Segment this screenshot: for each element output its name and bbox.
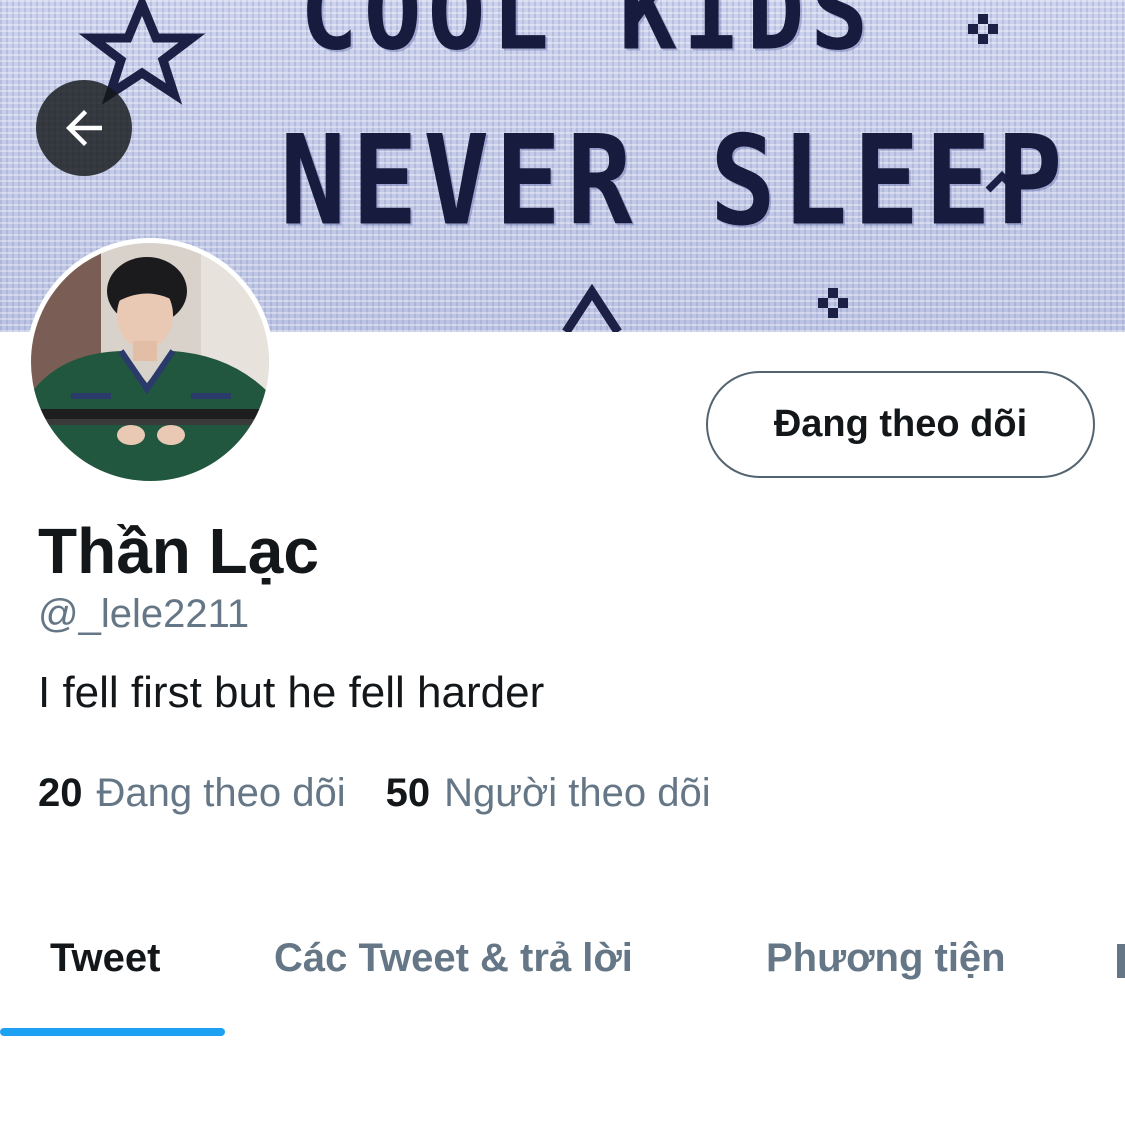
- following-button[interactable]: Đang theo dõi: [706, 371, 1095, 478]
- banner-triangle-icon: [562, 283, 622, 332]
- tab-tweets-and-replies[interactable]: Các Tweet & trả lời: [274, 936, 633, 981]
- follow-stats: 20 Đang theo dõi 50 Người theo dõi: [38, 771, 711, 816]
- banner-text-line2: NEVER SLEEP: [280, 108, 1069, 253]
- arrow-left-icon: [66, 110, 102, 146]
- banner-star-icon: [78, 0, 206, 105]
- avatar[interactable]: [26, 238, 274, 486]
- following-button-label: Đang theo dõi: [773, 403, 1028, 445]
- banner-sparkle-icon: [818, 288, 848, 318]
- bio: I fell first but he fell harder: [38, 668, 545, 717]
- followers-label: Người theo dõi: [444, 771, 711, 815]
- profile-tabs: Tweet Các Tweet & trả lời Phương tiện: [0, 900, 1125, 1040]
- user-handle: @_lele2211: [38, 592, 250, 636]
- followers-count: 50: [385, 771, 431, 815]
- banner-sparkle-icon: [968, 14, 998, 44]
- tab-tweets[interactable]: Tweet: [50, 936, 160, 981]
- following-stat-link[interactable]: 20 Đang theo dõi: [38, 771, 346, 816]
- following-label: Đang theo dõi: [96, 771, 346, 815]
- followers-stat-link[interactable]: 50 Người theo dõi: [386, 771, 711, 816]
- display-name: Thần Lạc: [38, 515, 319, 587]
- profile-photo: [31, 243, 269, 481]
- following-count: 20: [38, 771, 83, 815]
- tab-media[interactable]: Phương tiện: [766, 936, 1006, 981]
- banner-text-line1: COOL KIDS: [300, 0, 875, 74]
- tab-next-partial[interactable]: [1117, 944, 1125, 978]
- back-button[interactable]: [36, 80, 132, 176]
- active-tab-indicator: [0, 1028, 225, 1036]
